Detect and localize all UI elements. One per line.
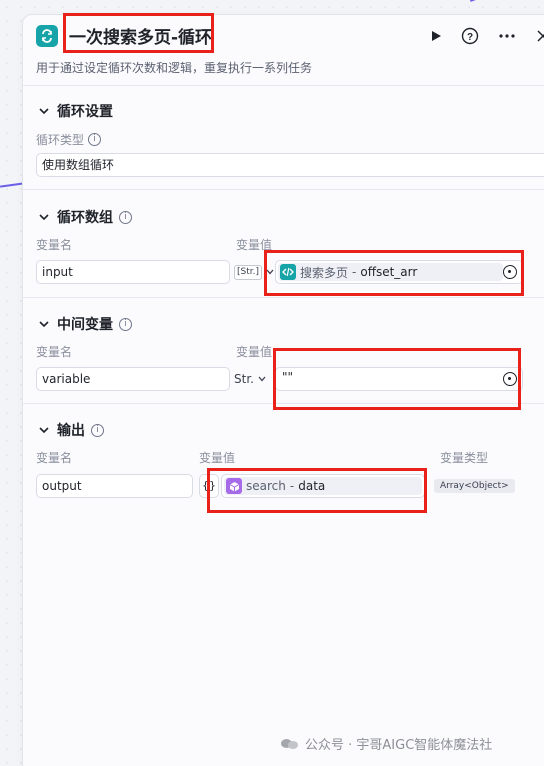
section-output[interactable]: 输出 i	[37, 420, 104, 440]
output-name-input[interactable]: output	[36, 474, 193, 498]
type-header: 变量类型	[440, 451, 489, 465]
node-description[interactable]: 用于通过设定循环次数和逻辑，重复执行一系列任务	[36, 59, 312, 76]
name-header: 变量名	[36, 451, 73, 465]
close-icon[interactable]	[533, 26, 544, 46]
divider	[23, 403, 544, 404]
variable-picker-icon[interactable]	[503, 265, 517, 279]
divider	[23, 85, 544, 86]
divider	[23, 297, 544, 298]
section-loop-settings[interactable]: 循环设置	[37, 101, 113, 121]
chevron-down-icon	[266, 269, 274, 275]
value-header: 变量值	[199, 451, 236, 465]
variable-picker-icon[interactable]	[503, 372, 517, 386]
loop-icon	[36, 25, 58, 47]
node-title[interactable]: 一次搜索多页-循环	[69, 23, 212, 48]
array-var-type-select[interactable]: [Str.]	[234, 260, 275, 284]
section-loop-array[interactable]: 循环数组 i	[37, 207, 132, 227]
chip-variable-name: data	[298, 479, 326, 493]
watermark-text: 公众号 · 宇哥AIGC智能体魔法社	[305, 738, 493, 753]
chevron-down-icon	[39, 214, 49, 221]
loop-type-select[interactable]: 使用数组循环	[36, 153, 544, 177]
array-var-name-input[interactable]: input	[36, 260, 230, 284]
array-var-value-field[interactable]: 搜索多页 - offset_arr	[275, 260, 523, 284]
more-icon[interactable]	[497, 26, 517, 46]
chevron-down-icon	[39, 321, 49, 328]
chip-source-node: 搜索多页	[300, 265, 349, 280]
help-icon[interactable]: ?	[460, 26, 480, 46]
section-title: 循环数组	[57, 210, 113, 226]
info-icon[interactable]: i	[88, 133, 102, 146]
name-header: 变量名	[36, 345, 73, 359]
divider	[23, 189, 544, 190]
chevron-down-icon	[39, 108, 49, 115]
chip-separator: -	[289, 479, 295, 493]
chip-source-node: search	[246, 479, 286, 493]
info-icon[interactable]: i	[119, 210, 132, 224]
value-header: 变量值	[236, 345, 273, 359]
panel-header: 一次搜索多页-循环 ? 用于通过设定循环次数和逻辑，重复执行一系列任务	[23, 15, 544, 93]
info-icon[interactable]: i	[119, 317, 132, 331]
canvas-edge-left	[0, 182, 25, 188]
type-label: Str.	[234, 372, 254, 386]
code-icon	[280, 264, 296, 280]
chip-variable-name: offset_arr	[360, 265, 418, 279]
section-title: 循环设置	[57, 104, 113, 120]
value-header: 变量值	[236, 238, 273, 252]
intermediate-var-value-field[interactable]: ""	[275, 367, 523, 391]
loop-type-label-text: 循环类型	[36, 133, 85, 147]
cube-icon	[226, 478, 242, 494]
chevron-down-icon	[39, 427, 49, 434]
chip-separator: -	[352, 265, 357, 279]
node-config-panel: 一次搜索多页-循环 ? 用于通过设定循环次数和逻辑，重复执行一系列任务 循环设置…	[22, 14, 544, 766]
intermediate-var-name-input[interactable]: variable	[36, 367, 230, 391]
variable-reference-chip[interactable]: 搜索多页 - offset_arr	[278, 263, 503, 281]
name-header: 变量名	[36, 238, 73, 252]
intermediate-var-type-select[interactable]: Str.	[234, 367, 267, 391]
variable-reference-chip[interactable]: search - data	[224, 477, 422, 495]
chevron-down-icon	[258, 376, 266, 382]
type-badge: [Str.]	[234, 264, 262, 280]
section-title: 输出	[57, 423, 85, 439]
section-intermediate-variable[interactable]: 中间变量 i	[37, 314, 132, 334]
section-title: 中间变量	[57, 317, 113, 333]
output-value-field[interactable]: search - data	[221, 474, 425, 498]
canvas-edge-top	[470, 0, 513, 14]
wechat-icon	[281, 737, 299, 751]
svg-text:?: ?	[467, 32, 473, 43]
loop-type-value: 使用数组循环	[42, 158, 115, 172]
output-type-badge: Array<Object>	[434, 479, 515, 493]
intermediate-value-text: ""	[282, 370, 294, 384]
watermark: 公众号 · 宇哥AIGC智能体魔法社	[281, 734, 492, 753]
info-icon[interactable]: i	[91, 423, 104, 437]
play-icon[interactable]	[426, 26, 446, 46]
loop-type-label: 循环类型 i	[36, 131, 102, 148]
output-type-toggle[interactable]: {}	[199, 474, 219, 498]
